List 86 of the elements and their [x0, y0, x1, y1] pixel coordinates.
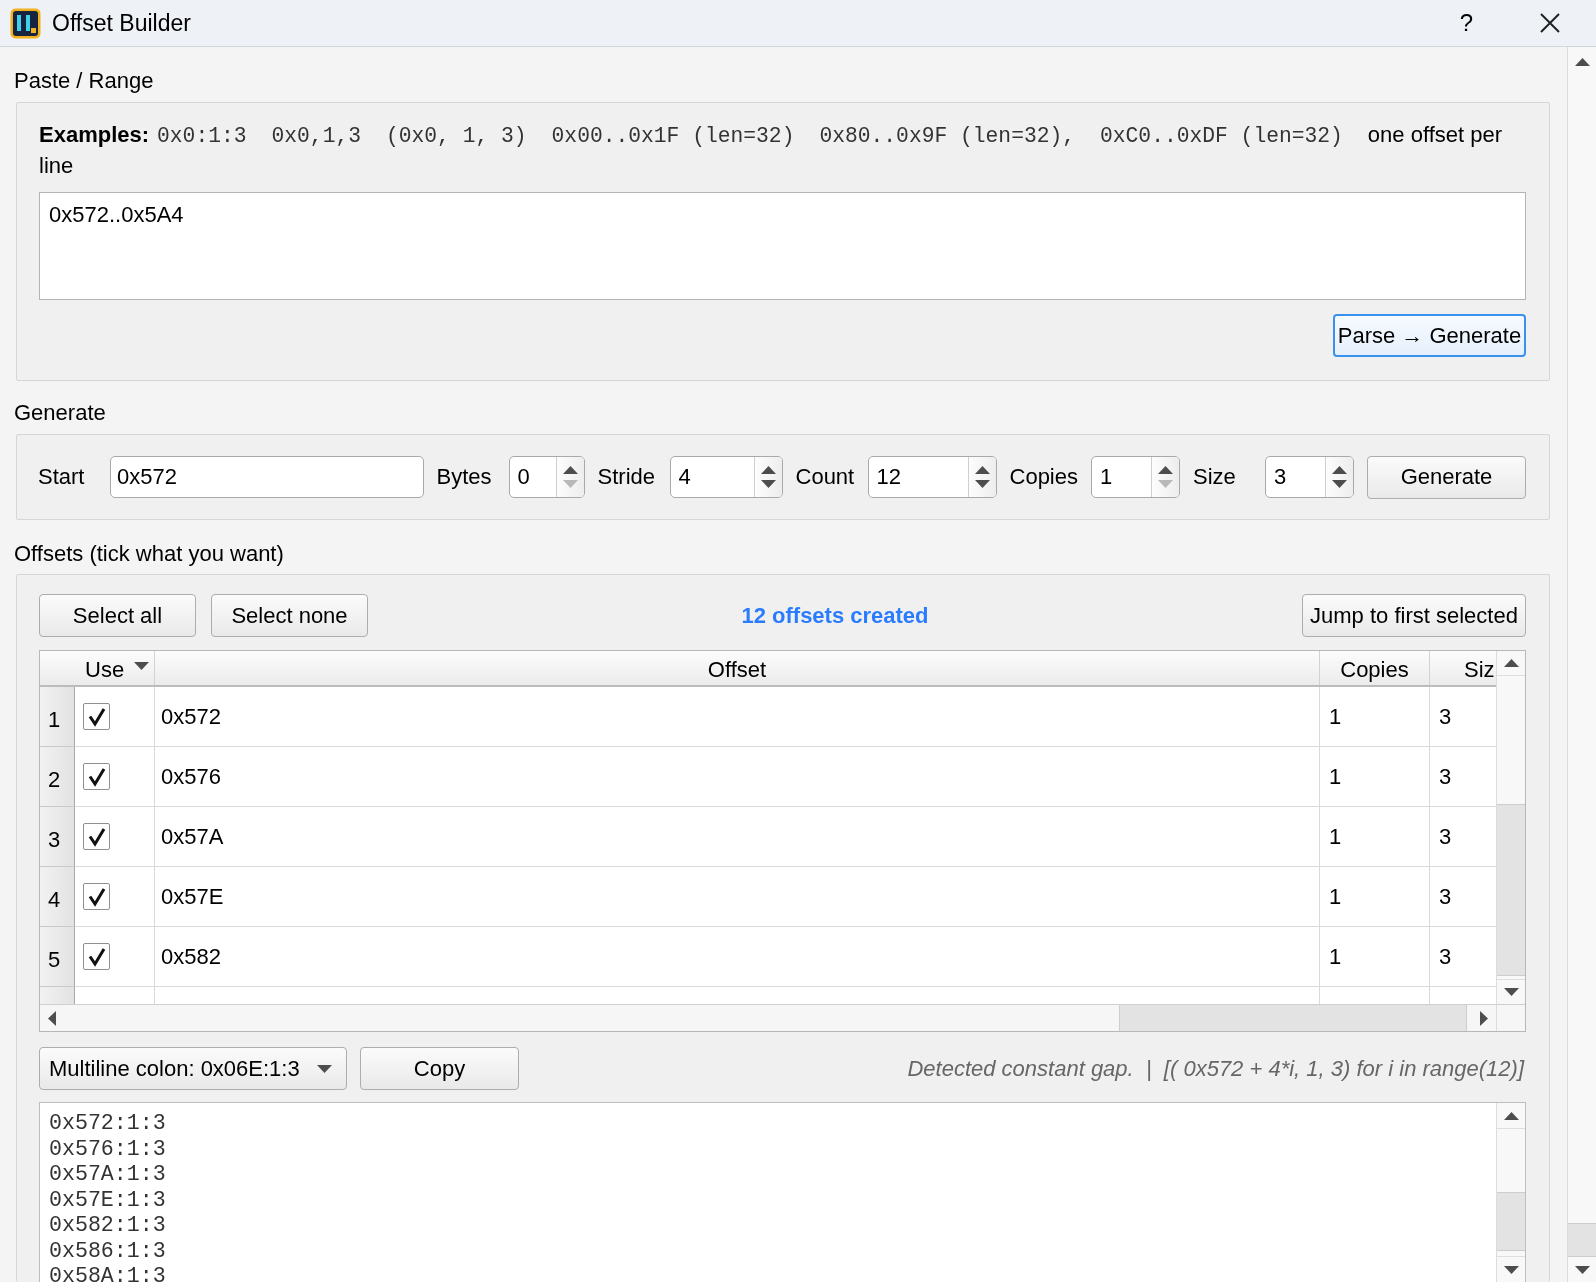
app-logo-icon	[10, 7, 41, 39]
field-label: Start	[38, 464, 86, 490]
format-dropdown[interactable]: Multiline colon: 0x06E:1:3	[39, 1047, 347, 1090]
check-icon	[86, 946, 107, 967]
output-field[interactable]: 0x572:1:3 0x576:1:3 0x57A:1:3 0x57E:1:3 0x582:1:3 0x586:1:3 0x58A:1:3	[39, 1102, 1526, 1282]
sort-arrow-icon[interactable]	[134, 662, 150, 670]
column-header[interactable]: Copies	[1320, 651, 1430, 685]
input-field[interactable]: 0x572	[110, 456, 424, 498]
up-arrow-icon[interactable]	[760, 466, 776, 474]
input-field[interactable]: 0x572..0x5A4	[39, 192, 1526, 300]
scrollbar-thumb[interactable]	[1497, 804, 1525, 976]
table-cell: 1	[1320, 927, 1430, 986]
scrollbar[interactable]	[1496, 651, 1525, 1004]
section-label: Paste / Range	[14, 67, 155, 95]
up-arrow-icon[interactable]	[1503, 659, 1519, 667]
down-arrow-icon[interactable]	[1503, 988, 1519, 996]
up-arrow-icon[interactable]	[1332, 466, 1347, 474]
table-cell: 1	[1320, 687, 1430, 746]
field-label: Stride	[597, 464, 656, 490]
down-arrow-icon[interactable]	[1503, 1265, 1519, 1274]
parse-button[interactable]: Parse → Generate	[1333, 314, 1526, 357]
section-label: Generate	[14, 399, 107, 427]
down-arrow-icon[interactable]	[1574, 1265, 1590, 1274]
table-cell: 0x57E	[155, 867, 1320, 926]
checkbox[interactable]	[83, 703, 110, 730]
up-arrow-icon[interactable]	[562, 466, 578, 474]
generate-button[interactable]: Generate	[1367, 455, 1526, 499]
up-arrow-icon[interactable]	[974, 466, 990, 474]
field-label: Size	[1193, 464, 1237, 490]
row-header: 5	[40, 927, 75, 987]
check-icon	[86, 706, 107, 727]
check-icon	[86, 826, 107, 847]
spin-field[interactable]: 1	[1091, 456, 1180, 498]
field-label: Count	[795, 464, 855, 490]
row-header: 1	[40, 687, 75, 747]
table-cell: 1	[1320, 867, 1430, 926]
checkbox[interactable]	[83, 763, 110, 790]
column-header[interactable]: Siz	[1430, 651, 1496, 685]
table-cell: 0x582	[155, 927, 1320, 986]
status-text: 12 offsets created	[741, 602, 929, 629]
jump-button[interactable]: Jump to first selected	[1302, 594, 1526, 637]
scrollbar[interactable]	[1496, 1103, 1525, 1282]
row-header: 4	[40, 867, 75, 927]
column-header[interactable]: Offset	[155, 651, 1320, 685]
close-icon[interactable]	[1539, 12, 1561, 34]
checkbox[interactable]	[83, 943, 110, 970]
down-arrow-icon[interactable]	[760, 480, 776, 488]
table-cell: 1	[1320, 747, 1430, 806]
row-header: 3	[40, 807, 75, 867]
spin-field[interactable]: 12	[867, 456, 997, 498]
table-cell: 0x572	[155, 687, 1320, 746]
table-cell: 0x57A	[155, 807, 1320, 866]
spin-field[interactable]: 4	[669, 456, 783, 498]
checkbox[interactable]	[83, 823, 110, 850]
left-arrow-icon[interactable]	[48, 1010, 56, 1026]
checkbox[interactable]	[83, 883, 110, 910]
up-arrow-icon[interactable]	[1158, 466, 1173, 474]
examples-text: Examples: 0x0:1:3 0x0,1,3 (0x0, 1, 3) 0x00..0x1F (len=32) 0x80..0x9F (len=32), 0xC0..0xDF (len=32) one offset per line	[39, 121, 1503, 180]
scrollbar[interactable]	[40, 1004, 1496, 1031]
row-header: 2	[40, 747, 75, 807]
up-arrow-icon[interactable]	[1574, 58, 1590, 66]
field-label: Copies	[1009, 464, 1078, 490]
copy-button[interactable]: Copy	[360, 1047, 519, 1090]
field-label: Bytes	[436, 464, 493, 490]
right-arrow-icon[interactable]	[1480, 1010, 1488, 1026]
check-icon	[86, 766, 107, 787]
scrollbar-thumb[interactable]	[1568, 1223, 1596, 1257]
select-all-button[interactable]: Select all	[39, 594, 196, 637]
spin-field[interactable]: 0	[508, 456, 585, 498]
caret-icon[interactable]	[317, 1064, 332, 1073]
detection-text: Detected constant gap. | [( 0x572 + 4*i, 1, 3) for i in range(12)]	[907, 1055, 1526, 1082]
up-arrow-icon[interactable]	[1503, 1111, 1519, 1120]
scrollbar-thumb[interactable]	[1497, 1192, 1525, 1251]
spin-field[interactable]: 3	[1265, 456, 1354, 498]
table-cell: 1	[1320, 807, 1430, 866]
table-cell: 0x576	[155, 747, 1320, 806]
scrollbar[interactable]	[1567, 47, 1596, 1282]
section-label: Offsets (tick what you want)	[14, 540, 285, 568]
window-title: Offset Builder	[52, 9, 192, 37]
scrollbar-thumb[interactable]	[1119, 1005, 1467, 1031]
check-icon	[86, 886, 107, 907]
down-arrow-icon[interactable]	[974, 480, 990, 488]
column-header[interactable]: Use	[40, 651, 155, 685]
select-none-button[interactable]: Select none	[211, 594, 368, 637]
down-arrow-icon[interactable]	[1332, 480, 1347, 488]
help-button[interactable]: ?	[1457, 9, 1475, 37]
